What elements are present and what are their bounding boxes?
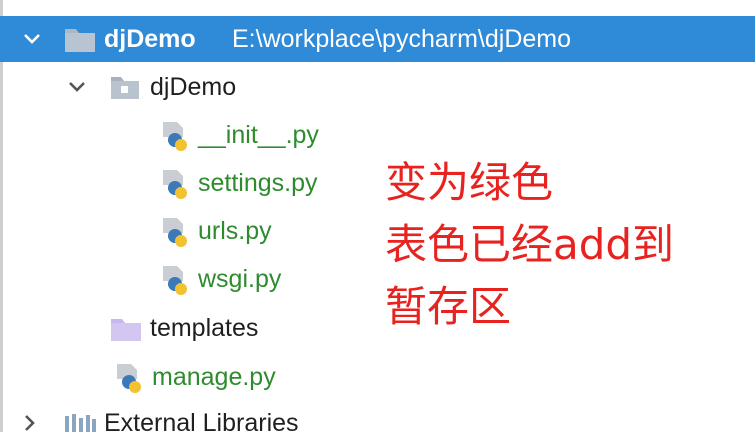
file-name[interactable]: wsgi.py <box>198 256 281 302</box>
tree-row-file[interactable]: wsgi.py <box>0 256 380 302</box>
python-file-icon <box>160 120 192 157</box>
python-file-icon <box>114 362 146 399</box>
manage-file-name[interactable]: manage.py <box>152 354 276 400</box>
library-icon <box>64 412 98 432</box>
chevron-down-icon[interactable] <box>65 75 89 99</box>
chevron-right-icon[interactable] <box>18 411 42 432</box>
external-libraries-label[interactable]: External Libraries <box>104 400 299 432</box>
chevron-down-icon[interactable] <box>20 27 44 51</box>
root-folder-path: E:\workplace\pycharm\djDemo <box>232 25 572 53</box>
folder-icon <box>64 25 96 58</box>
tree-row-package[interactable]: djDemo <box>0 64 755 110</box>
annotation-line-2: 表色已经add到 <box>385 220 675 269</box>
python-file-icon <box>160 168 192 205</box>
tree-row-file[interactable]: urls.py <box>0 208 380 254</box>
tree-row-file[interactable]: __init__.py <box>0 112 380 158</box>
python-file-icon <box>160 216 192 253</box>
annotation-line-1: 变为绿色 <box>385 158 554 207</box>
tree-row-manage[interactable]: manage.py <box>0 354 380 400</box>
annotation-line-3: 暂存区 <box>385 282 512 331</box>
tree-row-file[interactable]: settings.py <box>0 160 380 206</box>
file-name[interactable]: urls.py <box>198 208 272 254</box>
root-folder-name[interactable]: djDemo <box>104 16 196 62</box>
tree-row-root[interactable]: djDemo E:\workplace\pycharm\djDemo <box>0 16 755 62</box>
file-name[interactable]: __init__.py <box>198 112 319 158</box>
project-tool-window: djDemo E:\workplace\pycharm\djDemo djDem… <box>0 0 755 432</box>
templates-folder-name[interactable]: templates <box>150 305 258 351</box>
folder-icon <box>110 316 142 347</box>
file-name[interactable]: settings.py <box>198 160 318 206</box>
tree-row-templates[interactable]: templates <box>0 305 380 351</box>
tree-row-external-libraries[interactable]: External Libraries <box>0 400 755 432</box>
python-file-icon <box>160 264 192 301</box>
package-name[interactable]: djDemo <box>150 64 236 110</box>
package-folder-icon <box>110 74 140 105</box>
